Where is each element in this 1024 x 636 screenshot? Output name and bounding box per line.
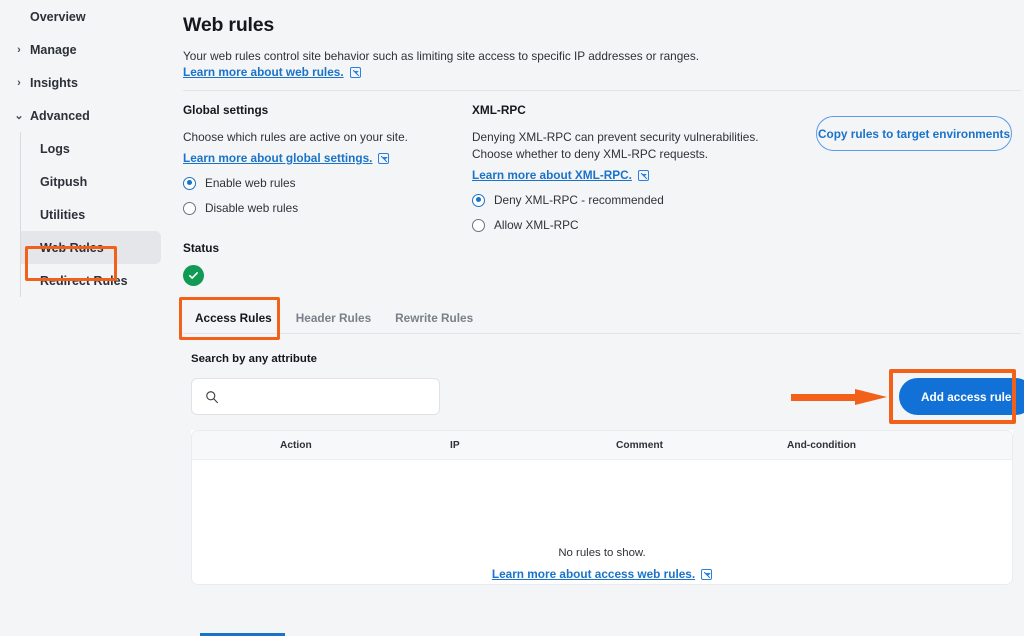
- access-rules-table: Action IP Comment And-condition No rules…: [191, 430, 1013, 585]
- search-box[interactable]: [191, 378, 440, 415]
- radio-label: Deny XML-RPC - recommended: [494, 193, 664, 207]
- tab-label: Header Rules: [296, 311, 371, 325]
- tab-header-rules[interactable]: Header Rules: [284, 303, 383, 333]
- divider: [183, 90, 1021, 91]
- chevron-right-icon: ›: [14, 78, 24, 88]
- page-description: Your web rules control site behavior suc…: [183, 49, 699, 63]
- table-column-header-and-condition: And-condition: [787, 440, 856, 451]
- copy-rules-to-target-environments-button[interactable]: Copy rules to target environments: [816, 116, 1012, 151]
- search-input[interactable]: [228, 389, 428, 405]
- sidebar-item-label: Manage: [30, 43, 77, 57]
- radio-indicator[interactable]: [472, 219, 485, 232]
- status-heading: Status: [183, 241, 219, 255]
- table-column-header-comment: Comment: [616, 440, 663, 451]
- sidebar-item-overview[interactable]: Overview: [0, 0, 170, 33]
- radio-deny-xmlrpc[interactable]: Deny XML-RPC - recommended: [472, 193, 772, 207]
- sidebar-item-label: Advanced: [30, 109, 90, 123]
- empty-state-text: No rules to show.: [192, 547, 1012, 559]
- external-link-icon: [378, 153, 389, 164]
- tab-label: Rewrite Rules: [395, 311, 473, 325]
- page-title: Web rules: [183, 14, 274, 37]
- sidebar: Overview › Manage › Insights ⌄ Advanced …: [0, 0, 170, 604]
- learn-more-global-settings-label[interactable]: Learn more about global settings.: [183, 151, 372, 165]
- sidebar-item-label: Overview: [30, 10, 86, 24]
- radio-indicator[interactable]: [183, 177, 196, 190]
- global-settings-section: Global settings Choose which rules are a…: [183, 103, 463, 215]
- add-access-rule-top-wrap: Add access rule: [899, 378, 1024, 415]
- radio-indicator[interactable]: [183, 202, 196, 215]
- check-circle-icon: [183, 265, 204, 286]
- search-icon: [205, 390, 219, 404]
- rules-tabs: Access Rules Header Rules Rewrite Rules: [183, 303, 1021, 334]
- sidebar-item-advanced[interactable]: ⌄ Advanced: [0, 99, 170, 132]
- sidebar-subnav: Logs Gitpush Utilities Web Rules Redirec…: [20, 132, 170, 297]
- tab-access-rules[interactable]: Access Rules: [183, 303, 284, 333]
- table-header-row: Action IP Comment And-condition: [192, 431, 1012, 460]
- radio-label: Enable web rules: [205, 176, 296, 190]
- sidebar-item-manage[interactable]: › Manage: [0, 33, 170, 66]
- radio-indicator[interactable]: [472, 194, 485, 207]
- main-content: Web rules Your web rules control site be…: [170, 0, 1024, 604]
- add-access-rule-button-top[interactable]: Add access rule: [899, 378, 1024, 415]
- sidebar-item-gitpush[interactable]: Gitpush: [21, 165, 170, 198]
- external-link-icon: [638, 170, 649, 181]
- xmlrpc-section: XML-RPC Denying XML-RPC can prevent secu…: [472, 103, 772, 232]
- sidebar-item-label: Logs: [40, 142, 70, 156]
- sidebar-item-label: Web Rules: [40, 241, 104, 255]
- table-column-header-action: Action: [280, 440, 312, 451]
- sidebar-item-utilities[interactable]: Utilities: [21, 198, 170, 231]
- annotation-arrow-top: [791, 389, 887, 405]
- sidebar-item-logs[interactable]: Logs: [21, 132, 170, 165]
- global-settings-heading: Global settings: [183, 103, 463, 117]
- xmlrpc-heading: XML-RPC: [472, 103, 772, 117]
- radio-label: Disable web rules: [205, 201, 298, 215]
- sidebar-item-label: Insights: [30, 76, 78, 90]
- sidebar-item-label: Redirect Rules: [40, 274, 128, 288]
- xmlrpc-description-line-1: Denying XML-RPC can prevent security vul…: [472, 130, 772, 144]
- sidebar-item-label: Gitpush: [40, 175, 87, 189]
- learn-more-global-settings[interactable]: Learn more about global settings.: [183, 151, 463, 165]
- external-link-icon: [701, 569, 712, 580]
- xmlrpc-description-line-2: Choose whether to deny XML-RPC requests.: [472, 147, 772, 161]
- tab-rewrite-rules[interactable]: Rewrite Rules: [383, 303, 485, 333]
- chevron-down-icon: ⌄: [14, 111, 24, 121]
- learn-more-web-rules[interactable]: Learn more about web rules.: [183, 65, 361, 79]
- access-rules-panel: Search by any attribute Add access rule …: [191, 345, 1013, 585]
- learn-more-access-web-rules[interactable]: Learn more about access web rules.: [192, 567, 1012, 581]
- sidebar-item-redirect-rules[interactable]: Redirect Rules: [21, 264, 170, 297]
- radio-disable-web-rules[interactable]: Disable web rules: [183, 201, 463, 215]
- learn-more-access-web-rules-label[interactable]: Learn more about access web rules.: [492, 567, 695, 581]
- sidebar-item-web-rules[interactable]: Web Rules: [21, 231, 161, 264]
- tab-label: Access Rules: [195, 311, 272, 325]
- chevron-right-icon: ›: [14, 45, 24, 55]
- radio-allow-xmlrpc[interactable]: Allow XML-RPC: [472, 218, 772, 232]
- external-link-icon: [350, 67, 361, 78]
- sidebar-item-insights[interactable]: › Insights: [0, 66, 170, 99]
- learn-more-xmlrpc-label[interactable]: Learn more about XML-RPC.: [472, 168, 632, 182]
- global-settings-description: Choose which rules are active on your si…: [183, 130, 463, 144]
- radio-label: Allow XML-RPC: [494, 218, 579, 232]
- search-label: Search by any attribute: [191, 353, 317, 365]
- sidebar-item-label: Utilities: [40, 208, 85, 222]
- learn-more-web-rules-label[interactable]: Learn more about web rules.: [183, 65, 344, 79]
- radio-enable-web-rules[interactable]: Enable web rules: [183, 176, 463, 190]
- learn-more-xmlrpc[interactable]: Learn more about XML-RPC.: [472, 168, 772, 182]
- table-column-header-ip: IP: [450, 440, 460, 451]
- search-and-add-row: Search by any attribute Add access rule: [191, 345, 1013, 430]
